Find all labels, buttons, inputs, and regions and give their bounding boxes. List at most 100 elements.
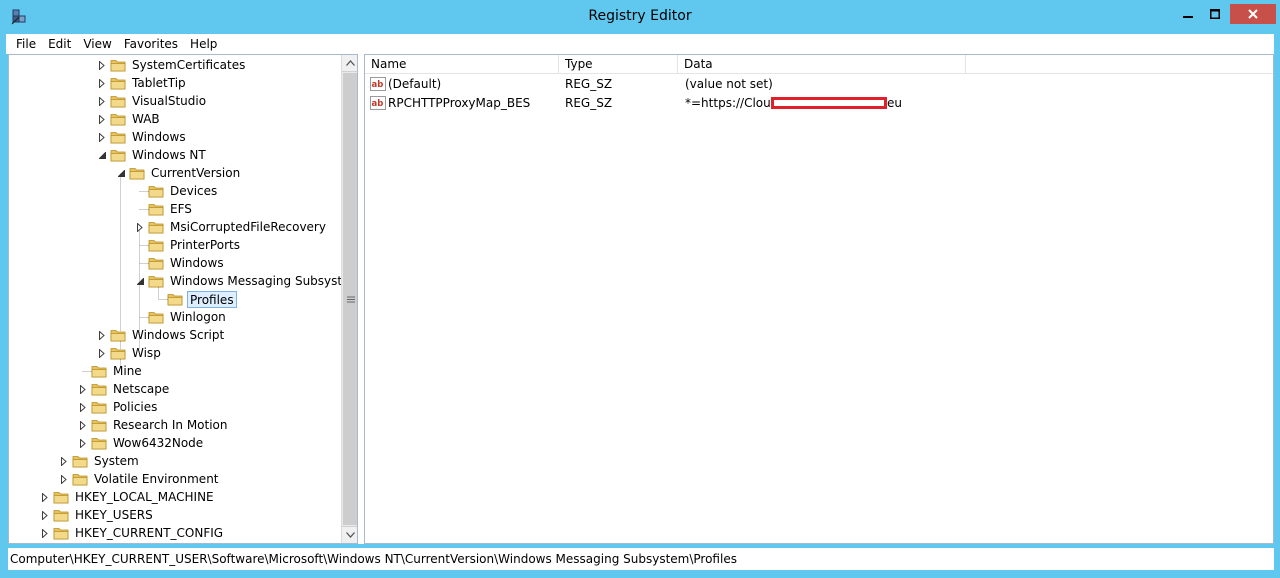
- expand-arrow-icon[interactable]: [76, 434, 90, 452]
- tree-node[interactable]: Winlogon: [133, 308, 228, 326]
- tree-node[interactable]: Profiles: [152, 290, 237, 308]
- title-bar[interactable]: Registry Editor: [0, 0, 1280, 34]
- folder-icon: [91, 438, 107, 450]
- close-icon: [1248, 9, 1258, 19]
- menu-favorites[interactable]: Favorites: [118, 34, 184, 54]
- tree-node[interactable]: PrinterPorts: [133, 236, 242, 254]
- tree-node[interactable]: Policies: [76, 398, 159, 416]
- tree-node-label: Winlogon: [170, 309, 226, 324]
- menu-help[interactable]: Help: [184, 34, 223, 54]
- tree-node[interactable]: Netscape: [76, 380, 171, 398]
- tree-node[interactable]: CurrentVersion: [114, 164, 242, 182]
- expand-arrow-icon[interactable]: [76, 398, 90, 416]
- folder-icon: [148, 204, 164, 216]
- tree-scrollbar[interactable]: [341, 55, 357, 543]
- column-header-name[interactable]: Name: [365, 55, 559, 74]
- tree-node[interactable]: WAB: [95, 110, 162, 128]
- menu-edit[interactable]: Edit: [42, 34, 77, 54]
- folder-icon: [110, 150, 126, 162]
- folder-icon: [53, 492, 69, 504]
- expand-arrow-icon[interactable]: [95, 56, 109, 74]
- expand-arrow-icon[interactable]: [133, 218, 147, 236]
- folder-icon: [110, 60, 126, 72]
- collapse-arrow-icon[interactable]: [95, 146, 109, 164]
- tree-node[interactable]: SystemCertificates: [95, 56, 247, 74]
- tree-node[interactable]: System: [57, 452, 141, 470]
- folder-icon: [148, 312, 164, 324]
- tree-node[interactable]: Devices: [133, 182, 219, 200]
- menu-view[interactable]: View: [77, 34, 117, 54]
- tree-node-label: Windows NT: [132, 147, 206, 162]
- folder-icon: [148, 258, 164, 270]
- expand-arrow-icon[interactable]: [57, 470, 71, 488]
- scroll-down-button[interactable]: [342, 526, 357, 543]
- folder-icon: [72, 456, 88, 468]
- tree-node-label: Wisp: [132, 345, 161, 360]
- value-data: *=https://Cloud: [685, 96, 779, 110]
- key-tree-pane[interactable]: SystemCertificates TabletTip VisualStudio W…: [8, 54, 358, 544]
- expand-arrow-icon[interactable]: [76, 416, 90, 434]
- expand-arrow-icon[interactable]: [95, 110, 109, 128]
- tree-node[interactable]: VisualStudio: [95, 92, 208, 110]
- expand-arrow-icon[interactable]: [38, 524, 52, 542]
- column-header-data[interactable]: Data: [678, 55, 966, 74]
- tree-node[interactable]: Mine: [76, 362, 144, 380]
- chevron-up-icon: [346, 60, 355, 66]
- tree-node[interactable]: TabletTip: [95, 74, 188, 92]
- expand-arrow-icon[interactable]: [38, 506, 52, 524]
- expand-arrow-icon[interactable]: [76, 380, 90, 398]
- tree-node-label: Devices: [170, 183, 218, 198]
- value-row[interactable]: ab RPCHTTPProxyMap_BES REG_SZ *=https://…: [365, 94, 1273, 113]
- tree-node[interactable]: Volatile Environment: [57, 470, 221, 488]
- minimize-button[interactable]: [1175, 4, 1201, 24]
- folder-icon: [110, 132, 126, 144]
- window-title: Registry Editor: [588, 8, 692, 24]
- expand-arrow-icon[interactable]: [95, 74, 109, 92]
- tree-node[interactable]: Wow6432Node: [76, 434, 205, 452]
- tree-node-label: Volatile Environment: [94, 471, 219, 486]
- tree-node[interactable]: EFS: [133, 200, 194, 218]
- list-header: Name Type Data: [365, 55, 1273, 74]
- tree-node-label: Windows: [132, 129, 186, 144]
- tree-node-label: System: [94, 453, 139, 468]
- tree-node[interactable]: HKEY_USERS: [38, 506, 155, 524]
- expand-arrow-icon[interactable]: [95, 128, 109, 146]
- close-button[interactable]: [1230, 4, 1276, 24]
- folder-icon: [110, 78, 126, 90]
- tree-node[interactable]: Windows Script: [95, 326, 226, 344]
- tree-node[interactable]: Windows: [95, 128, 188, 146]
- menu-file[interactable]: File: [10, 34, 42, 54]
- tree-node[interactable]: MsiCorruptedFileRecovery: [133, 218, 328, 236]
- minimize-icon: [1183, 16, 1193, 18]
- expand-arrow-icon[interactable]: [95, 326, 109, 344]
- collapse-arrow-icon[interactable]: [133, 272, 147, 290]
- tree-node[interactable]: Windows: [133, 254, 226, 272]
- key-tree: SystemCertificates TabletTip VisualStudio W…: [9, 55, 357, 543]
- tree-node-label: Research In Motion: [113, 417, 228, 432]
- folder-icon: [148, 222, 164, 234]
- maximize-button[interactable]: [1202, 4, 1228, 24]
- expand-arrow-icon[interactable]: [57, 452, 71, 470]
- scroll-thumb[interactable]: [343, 73, 357, 525]
- scroll-up-button[interactable]: [342, 55, 357, 72]
- folder-icon: [53, 528, 69, 540]
- grip-icon: [346, 296, 355, 302]
- tree-node-label: MsiCorruptedFileRecovery: [170, 219, 326, 234]
- collapse-arrow-icon[interactable]: [114, 164, 128, 182]
- tree-node-label: HKEY_LOCAL_MACHINE: [75, 489, 214, 504]
- value-row[interactable]: ab (Default) REG_SZ (value not set): [365, 75, 1273, 94]
- tree-node-label: Mine: [113, 363, 142, 378]
- tree-node[interactable]: Windows Messaging Subsystem: [133, 272, 357, 290]
- expand-arrow-icon[interactable]: [95, 92, 109, 110]
- tree-node[interactable]: Wisp: [95, 344, 163, 362]
- column-header-type[interactable]: Type: [559, 55, 678, 74]
- expand-arrow-icon[interactable]: [95, 344, 109, 362]
- expand-arrow-icon[interactable]: [38, 488, 52, 506]
- tree-node[interactable]: Windows NT: [95, 146, 208, 164]
- values-list-pane[interactable]: Name Type Data ab (Default) REG_SZ (valu…: [364, 54, 1274, 544]
- tree-node[interactable]: Research In Motion: [76, 416, 230, 434]
- tree-node[interactable]: HKEY_CURRENT_CONFIG: [38, 524, 225, 542]
- tree-node[interactable]: HKEY_LOCAL_MACHINE: [38, 488, 216, 506]
